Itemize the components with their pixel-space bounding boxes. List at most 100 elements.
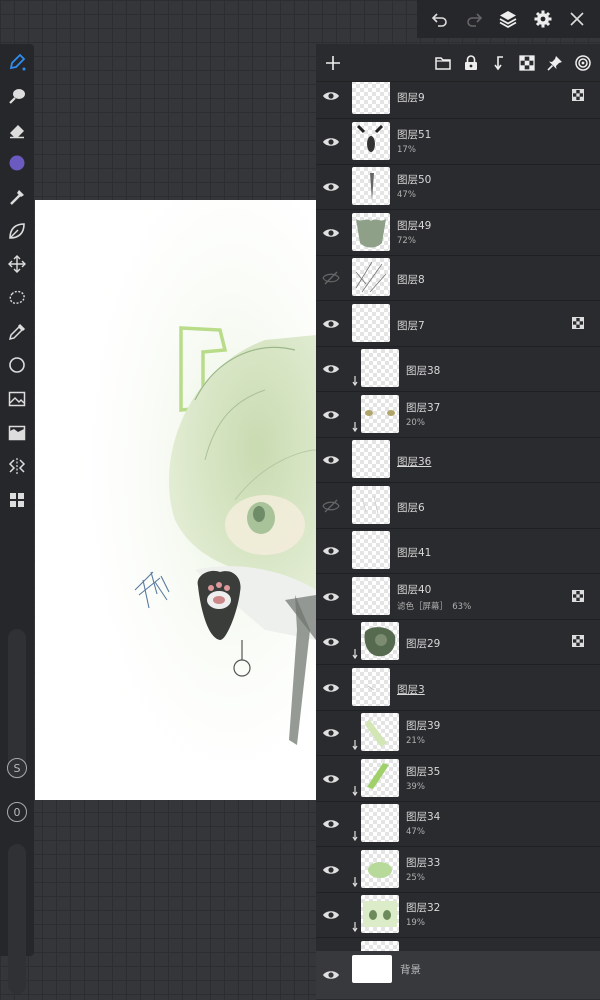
layer-opacity: 21% <box>406 736 425 746</box>
brush-tool[interactable] <box>5 50 29 74</box>
color-icon <box>9 155 25 171</box>
folder-button[interactable] <box>432 52 454 74</box>
lock-icon <box>465 54 477 70</box>
eye-icon[interactable] <box>322 406 340 424</box>
more-tools[interactable] <box>5 488 29 512</box>
pin-button[interactable] <box>544 52 566 74</box>
layer-name: 图层49 <box>397 219 432 232</box>
symmetry-tool[interactable] <box>5 454 29 478</box>
settings-button[interactable] <box>529 5 557 33</box>
layer-thumbnail <box>352 82 390 114</box>
layer-row[interactable]: 图层50 47% <box>316 165 600 210</box>
layer-name: 图层32 <box>406 902 441 914</box>
shape-tool[interactable] <box>5 353 29 377</box>
layer-row[interactable]: 图层34 47% <box>316 802 600 847</box>
pin-icon <box>547 55 562 71</box>
eraser-tool[interactable] <box>5 118 29 142</box>
layer-row[interactable]: 图层8 <box>316 256 600 301</box>
brush-opacity-slider[interactable] <box>8 844 26 994</box>
eye-icon[interactable] <box>322 724 340 742</box>
eye-icon[interactable] <box>322 542 340 560</box>
lasso-fill-tool[interactable] <box>5 219 29 243</box>
eyedropper-icon <box>8 323 26 341</box>
drawing-canvas[interactable] <box>35 200 316 800</box>
layer-thumbnail <box>352 258 390 296</box>
layer-opacity: 47% <box>397 190 416 200</box>
eye-icon[interactable] <box>322 315 340 333</box>
background-layer-row[interactable]: 背景 <box>316 951 600 999</box>
layer-thumbnail <box>352 440 390 478</box>
layer-row[interactable]: 图层31 <box>316 938 600 951</box>
layer-row[interactable]: 图层7 <box>316 301 600 347</box>
lock-button[interactable] <box>460 52 482 74</box>
move-tool[interactable] <box>5 252 29 276</box>
add-layer-button[interactable] <box>322 52 344 74</box>
layer-row[interactable]: 图层37 20% <box>316 392 600 438</box>
eye-icon[interactable] <box>322 679 340 697</box>
layer-panel-toolbar <box>316 44 600 82</box>
eye-icon[interactable] <box>322 360 340 378</box>
eye-hidden-icon[interactable] <box>322 497 340 515</box>
alpha-lock-button[interactable] <box>516 52 538 74</box>
image-adjust-tool[interactable] <box>5 387 29 411</box>
layer-row[interactable]: 图层36 <box>316 438 600 483</box>
color-swatch[interactable] <box>5 151 29 175</box>
selection-tool[interactable] <box>5 286 29 310</box>
close-button[interactable] <box>563 5 591 33</box>
eye-icon[interactable] <box>322 966 340 984</box>
layer-name: 图层9 <box>397 92 425 104</box>
eye-icon[interactable] <box>322 87 340 105</box>
reference-button[interactable] <box>572 52 594 74</box>
alpha-lock-icon <box>572 89 584 101</box>
layer-row[interactable]: 图层39 21% <box>316 711 600 756</box>
eye-icon[interactable] <box>322 906 340 924</box>
eyedropper-tool[interactable] <box>5 320 29 344</box>
layer-row[interactable]: 图层51 17% <box>316 119 600 165</box>
blur-icon <box>10 190 24 205</box>
eye-icon[interactable] <box>322 815 340 833</box>
layer-row[interactable]: 图层29 <box>316 620 600 665</box>
redo-button[interactable] <box>460 5 488 33</box>
layer-row[interactable]: 图层6 <box>316 483 600 529</box>
layer-opacity: 39% <box>406 781 425 792</box>
eye-icon[interactable] <box>322 588 340 606</box>
layer-row[interactable]: 图层33 25% <box>316 847 600 893</box>
layer-row[interactable]: 图层9 <box>316 82 600 119</box>
layer-list: 图层9 图层51 17% 图层50 47% 图层49 72% 图层8 图层7 图层38 图层37 20… <box>316 82 600 951</box>
layer-thumbnail <box>361 804 399 842</box>
fill-tool[interactable] <box>5 421 29 445</box>
layers-button[interactable] <box>494 5 522 33</box>
lasso-fill-icon <box>9 223 25 239</box>
eye-icon[interactable] <box>322 770 340 788</box>
eye-hidden-icon[interactable] <box>322 269 340 287</box>
eye-icon[interactable] <box>322 861 340 879</box>
layer-opacity: 19% <box>406 918 425 928</box>
layer-row[interactable]: 图层41 <box>316 529 600 574</box>
eye-icon[interactable] <box>322 224 340 242</box>
blur-tool[interactable] <box>5 185 29 209</box>
alpha-lock-icon <box>572 316 584 329</box>
clipping-button[interactable] <box>488 52 510 74</box>
layer-row[interactable]: 图层38 <box>316 347 600 392</box>
layer-thumbnail <box>352 167 390 205</box>
layer-thumbnail <box>361 394 399 433</box>
layer-name: 图层6 <box>397 501 425 514</box>
layer-name: 图层34 <box>406 811 441 823</box>
undo-icon <box>431 13 447 27</box>
close-icon <box>570 12 584 26</box>
brush-size-slider[interactable] <box>8 629 26 779</box>
layer-thumbnail <box>361 849 399 888</box>
undo-button[interactable] <box>426 5 454 33</box>
layer-row[interactable]: 图层3 <box>316 665 600 711</box>
eye-icon[interactable] <box>322 451 340 469</box>
smudge-tool[interactable] <box>5 84 29 108</box>
layer-row[interactable]: 图层40 滤色［屏幕］ 63% <box>316 574 600 620</box>
eye-icon[interactable] <box>322 178 340 196</box>
layer-opacity: 72% <box>397 235 416 246</box>
layer-row[interactable]: 图层32 19% <box>316 893 600 938</box>
layer-row[interactable]: 图层49 72% <box>316 210 600 256</box>
eye-icon[interactable] <box>322 633 340 651</box>
layer-row[interactable]: 图层35 39% <box>316 756 600 802</box>
folder-icon <box>435 56 451 70</box>
eye-icon[interactable] <box>322 133 340 151</box>
